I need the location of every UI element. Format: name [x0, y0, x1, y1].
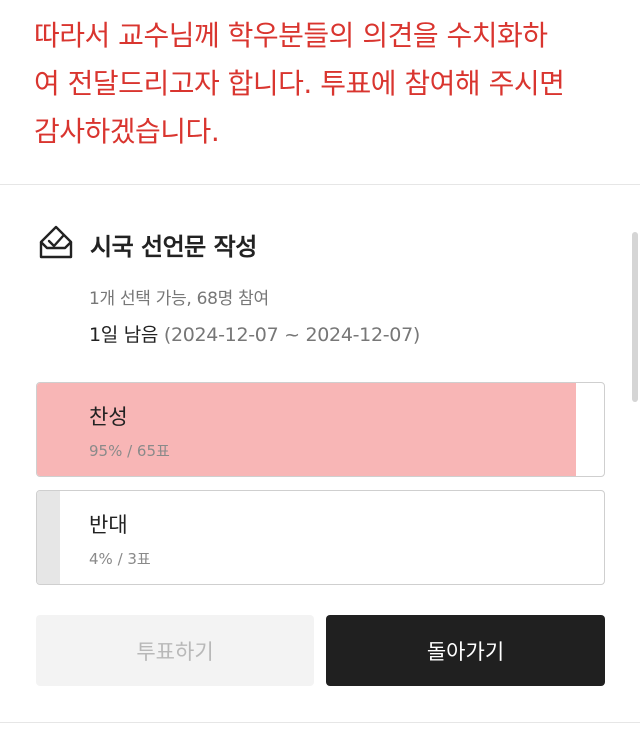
- vote-check-icon: [39, 225, 73, 259]
- notice-line-1: 따라서 교수님께 학우분들의 의견을 수치화하: [34, 19, 548, 52]
- poll-date-range: (2024-12-07 ~ 2024-12-07): [163, 324, 420, 346]
- option-result: 95% / 65표: [89, 442, 170, 460]
- divider: [0, 722, 640, 723]
- option-result-bar: [37, 491, 60, 584]
- option-result: 4% / 3표: [89, 550, 151, 568]
- poll-option-agree[interactable]: 찬성 95% / 65표: [36, 382, 605, 477]
- poll-meta: 1개 선택 가능, 68명 참여: [89, 289, 269, 309]
- option-label: 찬성: [89, 405, 128, 429]
- poll-title: 시국 선언문 작성: [90, 232, 257, 261]
- poll-header: 시국 선언문 작성: [36, 224, 257, 264]
- notice-text: 따라서 교수님께 학우분들의 의견을 수치화하 여 전달드리고자 합니다. 투표…: [34, 12, 614, 156]
- vote-button[interactable]: 투표하기: [36, 615, 314, 686]
- poll-deadline: 1일 남음 (2024-12-07 ~ 2024-12-07): [89, 320, 420, 347]
- notice-line-2: 여 전달드리고자 합니다. 투표에 참여해 주시면: [34, 67, 565, 100]
- poll-remaining: 1일 남음: [89, 324, 159, 346]
- scrollbar[interactable]: [632, 232, 638, 402]
- option-label: 반대: [89, 513, 128, 537]
- back-button[interactable]: 돌아가기: [326, 615, 605, 686]
- divider: [0, 184, 640, 185]
- poll-option-disagree[interactable]: 반대 4% / 3표: [36, 490, 605, 585]
- notice-line-3: 감사하겠습니다.: [34, 115, 220, 148]
